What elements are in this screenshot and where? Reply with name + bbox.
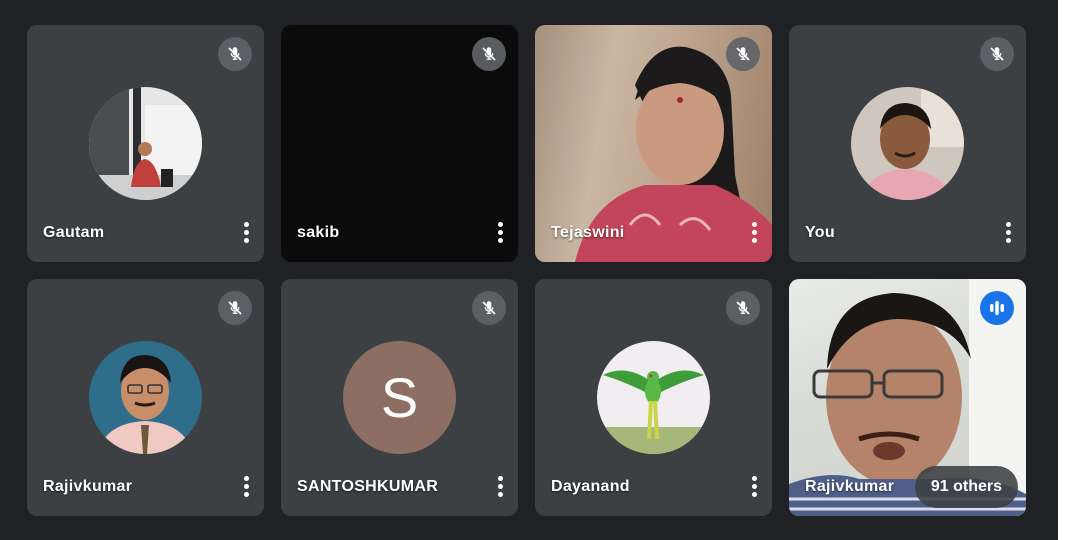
participant-name: Tejaswini (551, 224, 625, 241)
participant-tile-dayanand[interactable]: Dayanand (535, 279, 772, 516)
participant-name: SANTOSHKUMAR (297, 478, 439, 495)
avatar (851, 87, 964, 200)
more-options-icon[interactable] (490, 472, 510, 500)
participant-tile-rajivkumar[interactable]: Rajivkumar (27, 279, 264, 516)
participant-name: Gautam (43, 224, 105, 241)
participant-name: sakib (297, 224, 340, 241)
mic-off-icon (218, 37, 252, 71)
participant-tile-tejaswini[interactable]: Tejaswini (535, 25, 772, 262)
more-options-icon[interactable] (236, 218, 256, 246)
participant-tile-you[interactable]: You (789, 25, 1026, 262)
avatar (89, 87, 202, 200)
right-edge-strip (1058, 0, 1078, 540)
mic-off-icon (726, 37, 760, 71)
more-options-icon[interactable] (744, 472, 764, 500)
more-options-icon[interactable] (236, 472, 256, 500)
participant-name: Rajivkumar (805, 478, 895, 495)
speaking-icon (980, 291, 1014, 325)
mic-off-icon (218, 291, 252, 325)
participant-name: Rajivkumar (43, 478, 133, 495)
mic-off-icon (726, 291, 760, 325)
participant-name: You (805, 224, 835, 241)
more-options-icon[interactable] (490, 218, 510, 246)
avatar (89, 341, 202, 454)
participant-name: Dayanand (551, 478, 630, 495)
participant-tile-gautam[interactable]: Gautam (27, 25, 264, 262)
letter-avatar: S (343, 341, 456, 454)
more-options-icon[interactable] (998, 218, 1018, 246)
participant-tile-santoshkumar[interactable]: S SANTOSHKUMAR (281, 279, 518, 516)
avatar (597, 341, 710, 454)
mic-off-icon (472, 291, 506, 325)
mic-off-icon (472, 37, 506, 71)
participant-tile-rajivkumar-video[interactable]: Rajivkumar 91 others (789, 279, 1026, 516)
more-options-icon[interactable] (744, 218, 764, 246)
others-chip[interactable]: 91 others (914, 466, 1018, 508)
mic-off-icon (980, 37, 1014, 71)
participant-tile-sakib[interactable]: sakib (281, 25, 518, 262)
